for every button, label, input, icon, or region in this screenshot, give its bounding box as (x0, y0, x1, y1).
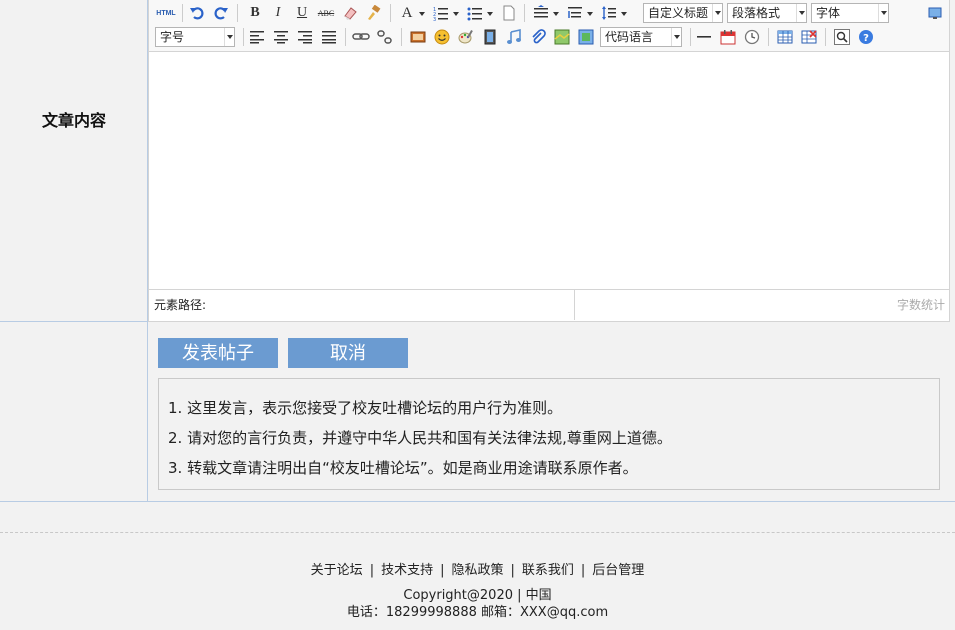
toolbar-separator (182, 4, 183, 22)
eraser-icon[interactable] (340, 3, 360, 23)
horizontal-rule-icon[interactable] (694, 27, 714, 47)
toolbar-separator (345, 28, 346, 46)
align-right-icon[interactable] (295, 27, 315, 47)
unordered-list-icon[interactable] (465, 3, 485, 23)
format-painter-icon[interactable] (364, 3, 384, 23)
editor-content-area[interactable] (149, 53, 949, 289)
font-size-select[interactable]: 字号 (155, 27, 235, 47)
font-size-value: 字号 (160, 30, 185, 44)
code-language-select[interactable]: 代码语言 (600, 27, 682, 47)
paragraph-spacing-icon[interactable] (565, 3, 585, 23)
insert-table-icon[interactable] (775, 27, 795, 47)
toolbar-separator (524, 4, 525, 22)
font-family-value: 字体 (816, 6, 841, 20)
search-replace-icon[interactable] (832, 27, 852, 47)
date-icon[interactable] (718, 27, 738, 47)
music-icon[interactable] (504, 27, 524, 47)
element-path-label: 元素路径: (149, 290, 575, 320)
editor-toolbar: HTML B I U ABC A 123 自定义标题 段落格式 字体 字号 代码… (149, 0, 949, 52)
chevron-down-icon[interactable] (553, 12, 559, 16)
footer-divider (0, 532, 955, 533)
align-center-icon[interactable] (271, 27, 291, 47)
chevron-down-icon[interactable] (621, 12, 627, 16)
font-family-select[interactable]: 字体 (811, 3, 889, 23)
footer-separator: | (580, 563, 586, 578)
chevron-down-icon[interactable] (419, 12, 425, 16)
toolbar-separator (401, 28, 402, 46)
svg-text:3: 3 (433, 17, 436, 21)
line-height-icon[interactable] (531, 3, 551, 23)
footer-separator: | (440, 563, 445, 578)
chevron-down-icon[interactable] (487, 12, 493, 16)
notice-item: 2. 请对您的言行负责，并遵守中华人民共和国有关法律法规,尊重网上道德。 (168, 429, 672, 447)
chevron-down-icon (671, 28, 681, 46)
gmap-icon[interactable] (576, 27, 596, 47)
chevron-down-icon (712, 4, 722, 22)
underline-button[interactable]: U (292, 3, 312, 23)
time-icon[interactable] (742, 27, 762, 47)
strikethrough-button[interactable]: ABC (316, 3, 336, 23)
footer-link-about[interactable]: 关于论坛 (311, 563, 363, 578)
content-label: 文章内容 (41, 111, 106, 130)
align-justify-icon[interactable] (319, 27, 339, 47)
row-spacing-icon[interactable] (599, 3, 619, 23)
chevron-down-icon[interactable] (453, 12, 459, 16)
ordered-list-icon[interactable]: 123 (431, 3, 451, 23)
content-label-cell: 文章内容 (0, 0, 148, 322)
chevron-down-icon (878, 4, 888, 22)
delete-table-icon[interactable] (799, 27, 819, 47)
undo-icon[interactable] (187, 3, 207, 23)
video-icon[interactable] (480, 27, 500, 47)
toolbar-separator (237, 4, 238, 22)
toolbar-separator (825, 28, 826, 46)
custom-heading-select[interactable]: 自定义标题 (643, 3, 723, 23)
toolbar-separator (243, 28, 244, 46)
image-icon[interactable] (408, 27, 428, 47)
document-icon[interactable] (499, 3, 519, 23)
chevron-down-icon (796, 4, 806, 22)
emoticon-icon[interactable] (432, 27, 452, 47)
cancel-button[interactable]: 取消 (288, 338, 408, 368)
toolbar-separator (768, 28, 769, 46)
footer-separator: | (369, 563, 375, 578)
map-icon[interactable] (552, 27, 572, 47)
bold-button[interactable]: B (245, 3, 265, 23)
editor-status-bar: 元素路径: 字数统计 (149, 289, 949, 320)
footer-link-contact[interactable]: 联系我们 (522, 563, 574, 578)
footer-contact: 电话：18299998888 邮箱：XXX@qq.com (346, 605, 609, 620)
help-icon[interactable]: ? (856, 27, 876, 47)
svg-text:?: ? (863, 33, 869, 44)
redo-icon[interactable] (211, 3, 231, 23)
footer-links: 关于论坛 | 技术支持 | 隐私政策 | 联系我们 | 后台管理 (0, 559, 955, 578)
rich-text-editor: HTML B I U ABC A 123 自定义标题 段落格式 字体 字号 代码… (148, 0, 950, 322)
footer-separator: | (510, 563, 515, 578)
toolbar-separator (690, 28, 691, 46)
paragraph-format-value: 段落格式 (732, 6, 781, 20)
form-bottom-border (148, 501, 955, 502)
chevron-down-icon[interactable] (587, 12, 593, 16)
paragraph-format-select[interactable]: 段落格式 (727, 3, 807, 23)
custom-heading-value: 自定义标题 (648, 6, 709, 20)
footer-link-support[interactable]: 技术支持 (381, 563, 433, 578)
footer-link-admin[interactable]: 后台管理 (592, 563, 644, 578)
attachment-icon[interactable] (528, 27, 548, 47)
submit-post-button[interactable]: 发表帖子 (158, 338, 278, 368)
word-count-label: 字数统计 (896, 298, 945, 312)
toolbar-separator (390, 4, 391, 22)
italic-button[interactable]: I (268, 3, 288, 23)
align-left-icon[interactable] (247, 27, 267, 47)
notice-item: 1. 这里发言，表示您接受了校友吐槽论坛的用户行为准则。 (168, 399, 563, 417)
footer-link-privacy[interactable]: 隐私政策 (451, 563, 503, 578)
notice-item: 3. 转载文章请注明出自“校友吐槽论坛”。如是商业用途请联系原作者。 (168, 459, 638, 477)
fullscreen-icon[interactable] (925, 3, 945, 23)
scrawl-icon[interactable] (456, 27, 476, 47)
posting-rules-notice: 1. 这里发言，表示您接受了校友吐槽论坛的用户行为准则。 2. 请对您的言行负责… (158, 378, 940, 490)
actions-label-cell (0, 322, 148, 502)
link-icon[interactable] (351, 27, 371, 47)
unlink-icon[interactable] (375, 27, 395, 47)
code-language-value: 代码语言 (605, 30, 654, 44)
chevron-down-icon (224, 28, 234, 46)
html-source-button[interactable]: HTML (153, 3, 179, 23)
font-color-button[interactable]: A (397, 3, 417, 23)
